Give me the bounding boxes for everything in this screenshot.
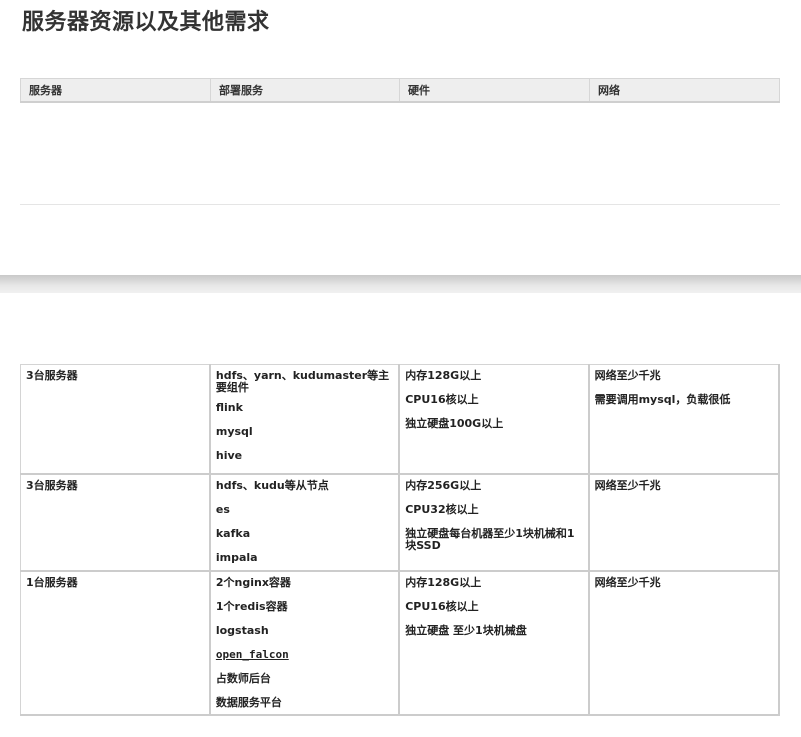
column-header-hardware: 硬件 [399,78,590,103]
network-cell: 网络至少千兆 [588,570,781,716]
column-header-network: 网络 [589,78,780,103]
service-item: es [215,502,230,516]
service-item: hive [215,449,243,462]
hardware-item: 独立硬盘100G以上 [405,417,504,430]
header-row: 服务器 部署服务 硬件 网络 [20,78,780,103]
page-title: 服务器资源以及其他需求 [22,10,270,35]
service-item: impala [215,550,258,564]
network-item: 网络至少千兆 [594,369,661,382]
server-count: 1台服务器 [26,575,78,589]
hardware-cell: 内存128G以上 CPU16核以上 独立硬盘100G以上 [398,364,590,475]
service-item: 2个nginx容器 [215,575,291,589]
hardware-cell: 内存256G以上 CPU32核以上 独立硬盘每台机器至少1块机械和1块SSD [398,473,590,572]
hardware-item: CPU32核以上 [405,502,479,516]
network-cell: 网络至少千兆 需要调用mysql，负载很低 [588,364,781,475]
service-item: kafka [215,526,251,540]
divider [20,204,780,205]
hardware-item: CPU16核以上 [405,393,479,406]
hardware-item: 独立硬盘 至少1块机械盘 [405,623,527,637]
server-cell: 3台服务器 [19,473,211,572]
hardware-item: CPU16核以上 [405,599,479,613]
server-requirements-table: 3台服务器 hdfs、yarn、kudumaster等主要组件 flink my… [19,364,781,716]
server-cell: 3台服务器 [19,364,211,475]
table-row: 3台服务器 hdfs、yarn、kudumaster等主要组件 flink my… [19,364,781,475]
services-cell: 2个nginx容器 1个redis容器 logstash open_falcon… [209,570,401,716]
table-row: 3台服务器 hdfs、kudu等从节点 es kafka impala 内存25… [19,473,781,572]
network-item: 网络至少千兆 [594,478,661,492]
network-item: 需要调用mysql，负载很低 [594,393,731,406]
service-item: 数据服务平台 [215,695,282,709]
table-row: 1台服务器 2个nginx容器 1个redis容器 logstash open_… [19,570,781,716]
hardware-cell: 内存128G以上 CPU16核以上 独立硬盘 至少1块机械盘 [398,570,590,716]
server-count: 3台服务器 [26,478,78,492]
service-item: 1个redis容器 [215,599,288,613]
hardware-item: 内存128G以上 [405,369,482,382]
column-header-server: 服务器 [20,78,211,103]
network-cell: 网络至少千兆 [588,473,781,572]
service-item: open_falcon [215,647,289,661]
service-item: flink [215,401,243,414]
server-cell: 1台服务器 [19,570,211,716]
network-item: 网络至少千兆 [594,575,661,589]
service-item: hdfs、yarn、kudumaster等主要组件 [215,369,390,394]
column-header-services: 部署服务 [210,78,400,103]
service-item: hdfs、kudu等从节点 [215,478,329,492]
service-item: logstash [215,623,269,637]
hardware-item: 内存256G以上 [405,478,482,492]
header-table: 服务器 部署服务 硬件 网络 [20,78,780,103]
services-cell: hdfs、kudu等从节点 es kafka impala [209,473,401,572]
hardware-item: 独立硬盘每台机器至少1块机械和1块SSD [405,526,575,552]
service-item: mysql [215,425,253,438]
server-count: 3台服务器 [26,369,78,382]
section-separator [0,275,801,293]
services-cell: hdfs、yarn、kudumaster等主要组件 flink mysql hi… [209,364,401,475]
service-item: 占数师后台 [215,671,271,685]
hardware-item: 内存128G以上 [405,575,482,589]
